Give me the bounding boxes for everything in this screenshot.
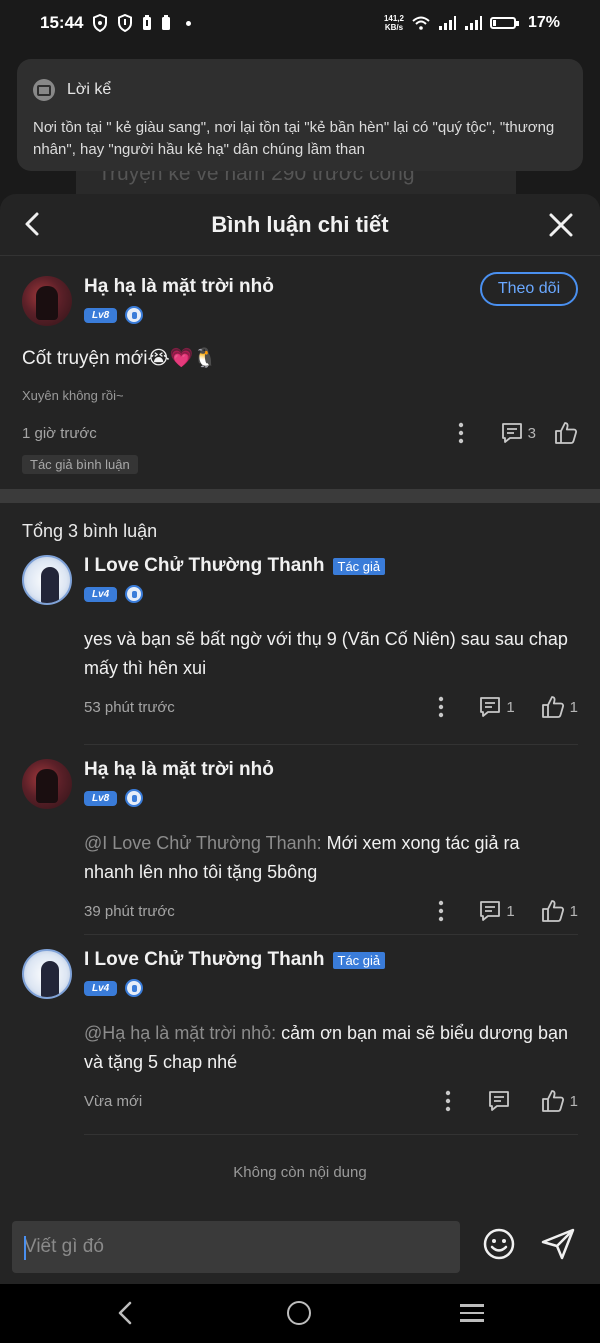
medal-icon	[125, 789, 144, 807]
reply-list: Tổng 3 bình luận I Love Chử Thường Thanh…	[0, 503, 600, 1135]
level-badge: Lv8	[84, 790, 118, 806]
reply-text: @I Love Chử Thường Thanh: Mới xem xong t…	[84, 829, 578, 887]
comment-detail-sheet: Bình luận chi tiết Hạ hạ là mặt trời nhỏ…	[0, 194, 600, 1284]
popup-title: Lời kể	[67, 81, 112, 98]
nav-home-icon[interactable]	[287, 1301, 311, 1325]
comment-icon	[501, 423, 522, 443]
comment-icon	[488, 1091, 509, 1111]
level-badge: Lv4	[84, 980, 118, 996]
avatar[interactable]	[22, 276, 72, 326]
avatar[interactable]	[22, 759, 72, 809]
reply-count: 1	[506, 902, 515, 920]
page-title: Bình luận chi tiết	[211, 211, 389, 237]
author-name[interactable]: Hạ hạ là mặt trời nhỏ	[84, 276, 274, 298]
avatar[interactable]	[22, 555, 72, 605]
like-icon	[541, 696, 564, 718]
author-name[interactable]: Hạ hạ là mặt trời nhỏ	[84, 759, 274, 781]
close-icon[interactable]	[548, 212, 574, 238]
comment-text: Cốt truyện mới😭💗🐧	[22, 348, 217, 369]
list-item: I Love Chử Thường Thanh Tác giả Lv4 @Hạ …	[22, 935, 578, 1135]
reply-count: 1	[506, 698, 515, 716]
message-icon	[33, 79, 55, 101]
comment-time: Vừa mới	[84, 1092, 143, 1110]
list-item: I Love Chử Thường Thanh Tác giả Lv4 yes …	[22, 555, 578, 745]
reply-button[interactable]: 1	[479, 696, 515, 718]
battery-icon	[489, 17, 519, 29]
narration-popup: Lời kể Nơi tồn tại " kẻ giàu sang", nơi …	[17, 59, 583, 171]
emoji-icon[interactable]	[482, 1227, 516, 1261]
sheet-header: Bình luận chi tiết	[0, 194, 600, 256]
author-name[interactable]: I Love Chử Thường Thanh	[84, 555, 325, 577]
level-badge: Lv4	[84, 586, 118, 602]
follow-button[interactable]: Theo dõi	[480, 272, 578, 306]
send-icon[interactable]	[540, 1227, 576, 1261]
medal-icon	[125, 306, 144, 324]
notification-dot-icon	[186, 20, 192, 26]
more-options-icon[interactable]	[457, 422, 465, 444]
like-count: 1	[569, 902, 578, 920]
net-speed: 141,2 KB/s	[383, 14, 404, 32]
reply-button[interactable]	[488, 1090, 515, 1112]
comment-time: 39 phút trước	[84, 902, 175, 920]
like-button[interactable]: 1	[541, 899, 578, 923]
battery-percent: 17%	[527, 14, 560, 31]
more-options-icon[interactable]	[437, 900, 445, 922]
clock: 15:44	[40, 13, 84, 32]
medal-icon	[125, 585, 144, 603]
comment-icon	[480, 697, 501, 717]
popup-text: Nơi tồn tại " kẻ giàu sang", nơi lại tồn…	[33, 119, 555, 158]
back-arrow-icon[interactable]	[18, 207, 48, 241]
end-of-list-text: Không còn nội dung	[233, 1164, 367, 1181]
list-item: Hạ hạ là mặt trời nhỏ Lv8 @I Love Chử Th…	[22, 745, 578, 935]
nav-back-icon[interactable]	[116, 1299, 134, 1327]
reply-count: 3	[527, 424, 536, 442]
comment-time: 53 phút trước	[84, 698, 175, 716]
like-icon[interactable]	[554, 421, 578, 445]
signal-icon-2	[464, 16, 482, 30]
like-button[interactable]: 1	[541, 695, 578, 719]
shield-alert-icon	[118, 14, 133, 32]
like-count: 1	[569, 698, 578, 716]
like-button[interactable]: 1	[541, 1089, 578, 1113]
comment-input[interactable]	[12, 1221, 460, 1273]
like-icon	[541, 1090, 564, 1112]
like-count: 1	[569, 1092, 578, 1110]
mention[interactable]: @I Love Chử Thường Thanh:	[84, 833, 327, 853]
level-badge: Lv8	[84, 307, 118, 323]
more-options-icon[interactable]	[444, 1090, 452, 1112]
avatar[interactable]	[22, 949, 72, 999]
author-badge: Tác giả	[332, 951, 386, 969]
author-name[interactable]: I Love Chử Thường Thanh	[84, 949, 325, 971]
battery-saver-icon	[143, 15, 152, 30]
comment-subtext: Xuyên không rồi~	[22, 388, 124, 403]
like-icon	[541, 900, 564, 922]
total-comments: Tổng 3 bình luận	[22, 521, 158, 541]
comment-time: 1 giờ trước	[22, 424, 97, 442]
mention[interactable]: @Hạ hạ là mặt trời nhỏ:	[84, 1023, 281, 1043]
comment-icon	[480, 901, 501, 921]
reply-button[interactable]: 1	[479, 900, 515, 922]
reply-text: yes và bạn sẽ bất ngờ với thụ 9 (Vãn Cố …	[84, 625, 578, 683]
reply-button[interactable]: 3	[501, 422, 536, 444]
system-nav-bar	[0, 1284, 600, 1343]
more-options-icon[interactable]	[437, 696, 445, 718]
main-comment: Hạ hạ là mặt trời nhỏ Lv8 Theo dõi Cốt t…	[0, 256, 600, 489]
wifi-icon	[412, 16, 430, 30]
status-bar: 15:44 141,2 KB/s 17%	[0, 0, 600, 46]
author-badge: Tác giả	[332, 557, 386, 575]
text-caret	[24, 1236, 26, 1260]
shield-icon	[93, 14, 108, 32]
medal-icon	[125, 979, 144, 997]
author-comment-tag: Tác giả bình luận	[22, 455, 138, 474]
reply-text: @Hạ hạ là mặt trời nhỏ: cảm ơn bạn mai s…	[84, 1019, 578, 1077]
reply-content: yes và bạn sẽ bất ngờ với thụ 9 (Vãn Cố …	[84, 629, 568, 678]
section-divider	[0, 489, 600, 503]
signal-icon	[438, 16, 456, 30]
battery-small-icon	[162, 15, 171, 30]
nav-recents-icon[interactable]	[460, 1304, 484, 1327]
